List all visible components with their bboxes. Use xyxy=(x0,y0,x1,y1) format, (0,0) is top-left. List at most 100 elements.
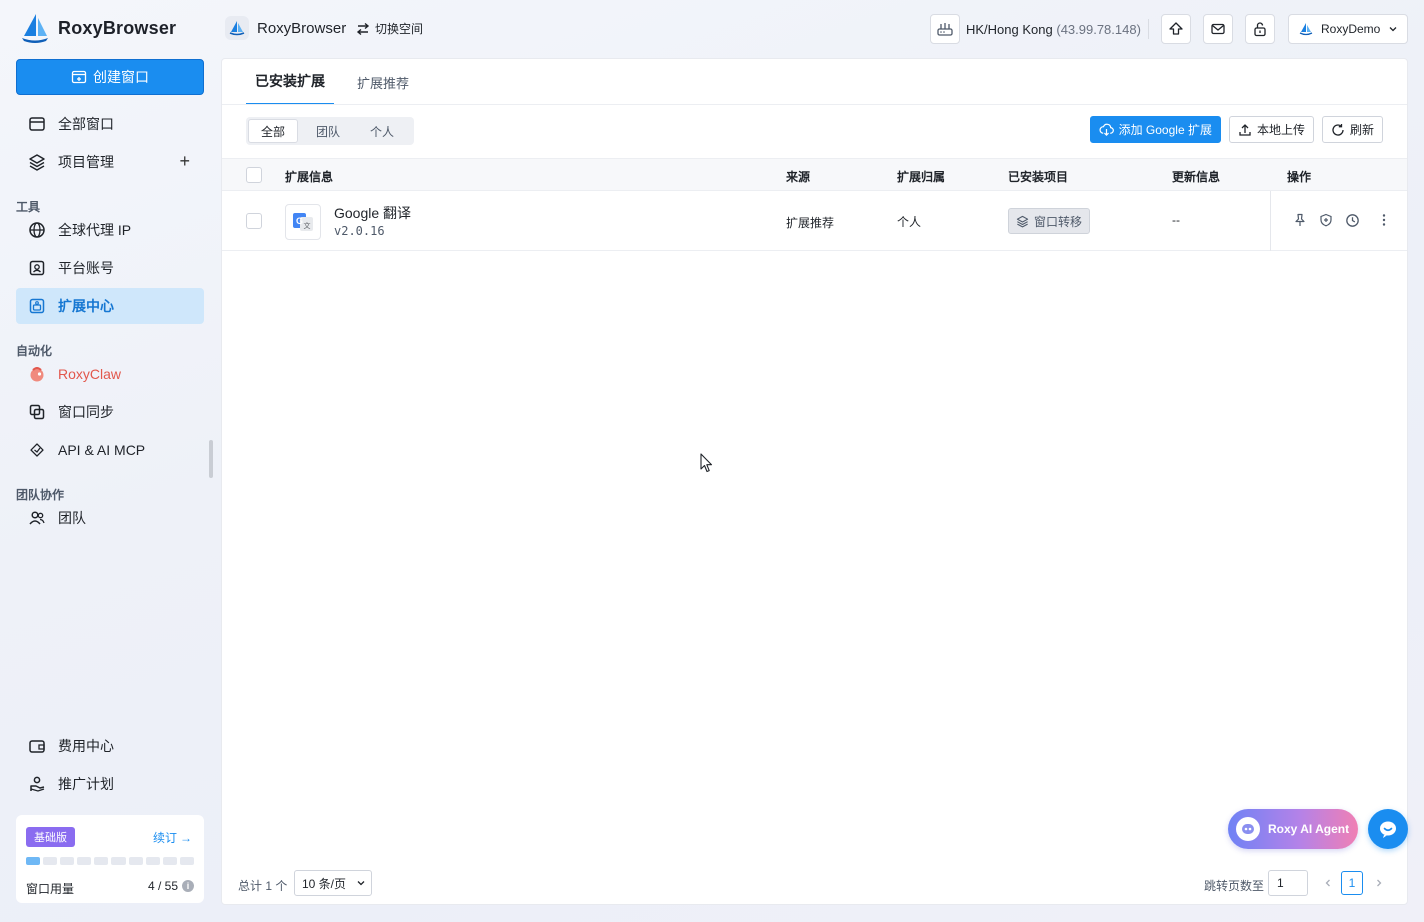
account-icon xyxy=(28,259,46,277)
mouse-cursor-icon xyxy=(700,453,713,473)
router-icon[interactable] xyxy=(930,14,960,44)
nav-billing-center[interactable]: 费用中心 xyxy=(16,728,204,764)
nav-window-sync-label: 窗口同步 xyxy=(58,404,114,420)
header-actions: 操作 xyxy=(1287,170,1312,184)
upload-icon xyxy=(1239,123,1251,136)
table-header: 扩展信息 来源 扩展归属 已安装项目 更新信息 操作 xyxy=(222,158,1407,191)
header-extension-info: 扩展信息 xyxy=(285,170,334,184)
usage-segment xyxy=(43,857,58,865)
chevron-left-icon xyxy=(1325,879,1330,887)
extension-icon xyxy=(28,297,46,315)
table-row[interactable]: G文 Google 翻译 v2.0.16 扩展推荐 个人 窗口转移 -- xyxy=(222,191,1407,251)
header-update-info: 更新信息 xyxy=(1172,170,1221,184)
usage-segment xyxy=(145,857,160,865)
proxy-status[interactable]: HK/Hong Kong (43.99.78.148) xyxy=(930,14,1141,44)
nav-roxyclaw[interactable]: RoxyClaw xyxy=(16,356,204,392)
add-project-plus-icon[interactable]: + xyxy=(179,152,190,170)
page-number-current[interactable]: 1 xyxy=(1341,871,1363,895)
nav-api-ai-mcp-label: API & AI MCP xyxy=(58,442,146,458)
messages-button[interactable] xyxy=(1203,14,1233,44)
roxy-ai-agent-button[interactable]: Roxy AI Agent xyxy=(1228,809,1358,849)
header-installed-items: 已安装项目 xyxy=(1008,170,1069,184)
nav-referral-program-label: 推广计划 xyxy=(58,776,114,792)
prev-page-button[interactable] xyxy=(1320,874,1336,892)
history-icon[interactable] xyxy=(1344,212,1360,228)
tab-recommended-extensions[interactable]: 扩展推荐 xyxy=(348,59,418,105)
switch-space-button[interactable]: 切换空间 xyxy=(356,20,423,37)
page-size-select[interactable]: 10 条/页 xyxy=(294,870,372,896)
sidebar-scrollbar[interactable] xyxy=(209,440,213,478)
nav-extension-center-label: 扩展中心 xyxy=(58,298,114,314)
extension-source: 扩展推荐 xyxy=(786,216,835,230)
nav-roxyclaw-label: RoxyClaw xyxy=(58,366,122,382)
globe-icon xyxy=(28,221,46,239)
referral-icon xyxy=(28,775,46,793)
chevron-right-icon xyxy=(1377,879,1382,887)
header-source: 来源 xyxy=(786,170,811,184)
nav-window-sync[interactable]: 窗口同步 xyxy=(16,394,204,430)
add-google-extension-button[interactable]: 添加 Google 扩展 xyxy=(1089,116,1221,143)
total-count: 总计 1 个 xyxy=(238,879,288,893)
plan-badge: 基础版 xyxy=(26,827,75,847)
svg-text:G: G xyxy=(296,216,303,226)
workspace-name: RoxyBrowser xyxy=(257,19,347,37)
extension-tabs: 已安装扩展 扩展推荐 xyxy=(246,59,432,105)
create-window-label: 创建窗口 xyxy=(93,69,149,85)
more-vertical-icon[interactable] xyxy=(1376,212,1392,228)
refresh-button[interactable]: 刷新 xyxy=(1321,116,1383,143)
lock-button[interactable] xyxy=(1245,14,1275,44)
filter-all[interactable]: 全部 xyxy=(248,119,299,143)
nav-team[interactable]: 团队 xyxy=(16,500,204,536)
chevron-down-icon xyxy=(357,881,365,886)
info-icon[interactable]: i xyxy=(182,880,194,892)
window-transfer-label: 窗口转移 xyxy=(1034,214,1083,229)
tabs-divider xyxy=(222,104,1407,105)
jump-to-page-label: 跳转页数至 xyxy=(1204,879,1265,893)
tab-installed-extensions[interactable]: 已安装扩展 xyxy=(246,59,334,105)
add-google-extension-label: 添加 Google 扩展 xyxy=(1118,123,1212,137)
usage-segment xyxy=(60,857,75,865)
switch-space-label: 切换空间 xyxy=(375,22,424,36)
nav-global-proxy-ip[interactable]: 全球代理 IP xyxy=(16,212,204,248)
support-chat-button[interactable] xyxy=(1368,809,1408,849)
new-window-icon xyxy=(71,70,87,84)
upgrade-arrow-icon xyxy=(1169,22,1183,35)
roxyclaw-icon xyxy=(28,365,46,383)
filter-personal[interactable]: 个人 xyxy=(358,119,406,143)
row-actions xyxy=(1292,212,1392,228)
nav-platform-accounts-label: 平台账号 xyxy=(58,260,114,276)
local-upload-button[interactable]: 本地上传 xyxy=(1228,116,1314,143)
app-logo[interactable]: RoxyBrowser xyxy=(20,12,176,44)
nav-api-ai-mcp[interactable]: API & AI MCP xyxy=(16,432,204,468)
nav-referral-program[interactable]: 推广计划 xyxy=(16,766,204,802)
select-all-checkbox[interactable] xyxy=(246,167,262,183)
pin-icon[interactable] xyxy=(1292,212,1308,228)
renew-link[interactable]: 续订 → xyxy=(153,829,192,846)
nav-platform-accounts[interactable]: 平台账号 xyxy=(16,250,204,286)
row-checkbox[interactable] xyxy=(246,213,262,229)
user-menu[interactable]: RoxyDemo xyxy=(1288,14,1408,44)
shield-plus-icon[interactable] xyxy=(1318,212,1334,228)
wallet-icon xyxy=(28,737,46,755)
sidebar: RoxyBrowser 创建窗口 全部窗口 项目管理 + 工具 全球代理 IP … xyxy=(0,0,220,922)
nav-team-label: 团队 xyxy=(58,510,86,526)
renew-label: 续订 xyxy=(152,831,177,845)
next-page-button[interactable] xyxy=(1371,874,1387,892)
usage-segment xyxy=(26,857,41,865)
upgrade-button[interactable] xyxy=(1161,14,1191,44)
extensions-panel: 已安装扩展 扩展推荐 全部 团队 个人 添加 Google 扩展 本地上传 刷新… xyxy=(221,58,1408,905)
jump-to-page-input[interactable] xyxy=(1268,870,1308,896)
nav-global-proxy-ip-label: 全球代理 IP xyxy=(58,222,132,238)
create-window-button[interactable]: 创建窗口 xyxy=(16,59,204,95)
workspace-brand[interactable]: RoxyBrowser xyxy=(225,16,346,40)
api-icon xyxy=(28,441,46,459)
owner-filter: 全部 团队 个人 xyxy=(246,117,415,145)
topbar-divider xyxy=(1148,19,1149,39)
nav-extension-center[interactable]: 扩展中心 xyxy=(16,288,204,324)
nav-all-windows[interactable]: 全部窗口 xyxy=(16,106,204,142)
nav-billing-center-label: 费用中心 xyxy=(58,738,114,754)
filter-team[interactable]: 团队 xyxy=(304,119,352,143)
window-transfer-tag[interactable]: 窗口转移 xyxy=(1008,208,1091,234)
window-usage-count: 4 / 55 xyxy=(147,879,178,893)
nav-project-management[interactable]: 项目管理 + xyxy=(16,144,204,180)
